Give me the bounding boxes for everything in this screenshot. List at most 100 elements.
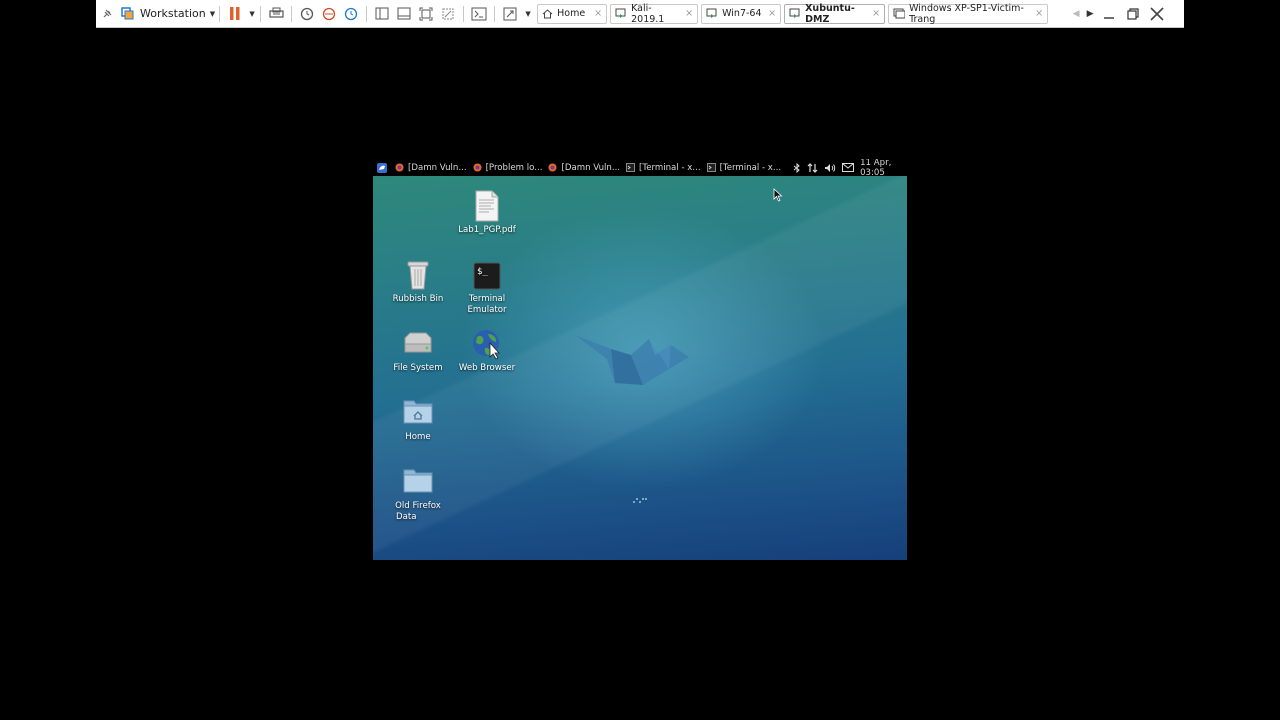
taskbar-item-terminal[interactable]: [Terminal - x...	[626, 163, 701, 173]
send-ctrl-alt-del-icon[interactable]	[265, 0, 287, 27]
terminal-icon	[706, 163, 716, 172]
taskbar-label: [Terminal - x...	[719, 162, 782, 173]
tab-label: Windows XP-SP1-Victim-Trang	[909, 2, 1024, 25]
xfce-top-panel: [Damn Vuln... [Problem lo... [Damn Vuln.…	[373, 159, 907, 178]
home-folder-icon	[383, 397, 453, 429]
firefox-icon	[548, 163, 557, 172]
vm-running-icon	[706, 8, 718, 19]
desktop-icon-label: Lab1_PGP.pdf	[458, 225, 516, 235]
taskbar-label: [Damn Vuln...	[561, 162, 621, 173]
close-window-button[interactable]	[1145, 0, 1169, 27]
tab-label: Win7-64	[722, 8, 762, 19]
workstation-logo-icon	[118, 0, 136, 27]
power-dropdown-icon[interactable]: ▼	[246, 0, 256, 27]
chevron-down-icon: ▼	[209, 9, 216, 18]
desktop-icon-label: Home	[405, 432, 431, 442]
scroll-tabs-left-icon[interactable]: ◀	[1069, 0, 1083, 27]
tab-win7[interactable]: Win7-64 ×	[701, 3, 782, 24]
desktop-icon-label: Terminal	[468, 294, 506, 304]
workstation-menu[interactable]: Workstation ▼	[136, 0, 215, 27]
home-icon	[542, 8, 553, 19]
close-icon[interactable]: ×	[1029, 8, 1043, 19]
pin-icon[interactable]	[96, 0, 118, 27]
desktop-icon-terminal-emulator[interactable]: $_ Terminal Emulator	[452, 262, 522, 316]
close-icon[interactable]: ×	[588, 8, 602, 19]
maximize-button[interactable]	[1121, 0, 1145, 27]
vm-running-icon	[789, 8, 801, 19]
panel-clock[interactable]: 11 Apr, 03:05	[860, 159, 904, 178]
desktop-icon-lab-pdf[interactable]: Lab1_PGP.pdf	[452, 190, 522, 236]
minimize-button[interactable]	[1097, 0, 1121, 27]
globe-icon	[452, 328, 522, 360]
snapshot-icon[interactable]	[296, 0, 318, 27]
tab-label: Kali-2019.1	[631, 2, 665, 25]
unity-mode-icon[interactable]	[437, 0, 459, 27]
snapshot-manager-icon[interactable]	[340, 0, 362, 27]
bluetooth-icon[interactable]	[793, 162, 801, 173]
volume-icon[interactable]	[824, 163, 836, 173]
divider	[463, 5, 465, 22]
taskbar-item-firefox[interactable]: [Damn Vuln...	[548, 163, 620, 173]
desktop-icon-home[interactable]: Home	[383, 397, 453, 443]
loading-spinner-icon	[633, 498, 647, 503]
pause-button[interactable]	[224, 0, 246, 27]
desktop-icon-label: Emulator	[467, 305, 507, 315]
vm-running-icon	[615, 8, 627, 19]
divider	[291, 5, 293, 22]
desktop-icon-label: Web Browser	[458, 363, 516, 373]
terminal-prompt: $_	[477, 267, 488, 277]
taskbar-item-firefox[interactable]: [Problem lo...	[473, 162, 543, 173]
divider	[219, 5, 221, 22]
taskbar-label: [Problem lo...	[485, 162, 543, 173]
whisker-menu-icon[interactable]	[377, 162, 387, 173]
workstation-label: Workstation	[140, 7, 206, 20]
taskbar-label: [Damn Vuln...	[408, 162, 467, 173]
revert-snapshot-icon[interactable]	[318, 0, 340, 27]
tab-home[interactable]: Home ×	[537, 3, 608, 24]
desktop-icon-old-firefox-data[interactable]: Old Firefox Data	[383, 466, 453, 523]
stretch-guest-icon[interactable]	[499, 0, 521, 27]
pdf-document-icon	[452, 190, 522, 222]
desktop-icon-label: Old Firefox	[395, 501, 441, 511]
divider	[494, 5, 496, 22]
terminal-icon	[626, 163, 636, 172]
taskbar-item-firefox[interactable]: [Damn Vuln...	[395, 163, 467, 173]
vmware-toolbar: Workstation ▼ ▼ ▼ Home × Kali-2019.1 × W…	[96, 0, 1184, 28]
guest-screen[interactable]: [Damn Vuln... [Problem lo... [Damn Vuln.…	[373, 159, 907, 560]
mail-icon[interactable]	[842, 163, 855, 172]
desktop-icon-file-system[interactable]: File System	[383, 328, 453, 374]
full-screen-icon[interactable]	[415, 0, 437, 27]
tab-windows-xp[interactable]: Windows XP-SP1-Victim-Trang ×	[888, 2, 1049, 25]
divider	[366, 5, 368, 22]
scroll-tabs-right-icon[interactable]: ▶	[1083, 0, 1097, 27]
firefox-icon	[395, 163, 404, 172]
close-icon[interactable]: ×	[679, 8, 693, 19]
vm-icon	[893, 8, 906, 19]
taskbar-item-terminal[interactable]: [Terminal - x...	[706, 162, 782, 173]
tab-xubuntu-dmz[interactable]: Xubuntu-DMZ ×	[784, 2, 886, 25]
show-library-icon[interactable]	[371, 0, 393, 27]
divider	[260, 5, 262, 22]
thumbnail-bar-icon[interactable]	[393, 0, 415, 27]
mouse-cursor-icon	[773, 188, 783, 202]
system-tray: 11 Apr, 03:05	[787, 159, 907, 178]
hard-drive-icon	[383, 328, 453, 360]
desktop-icon-rubbish-bin[interactable]: Rubbish Bin	[383, 259, 453, 305]
xfce-mouse-wallpaper	[575, 335, 689, 385]
desktop-icon-label: File System	[393, 363, 443, 373]
network-icon[interactable]	[807, 162, 818, 173]
console-view-icon[interactable]	[468, 0, 490, 27]
terminal-icon: $_	[452, 262, 522, 291]
folder-icon	[383, 466, 453, 498]
desktop-icon-web-browser[interactable]: Web Browser	[452, 328, 522, 374]
desktop-icon-label: Rubbish Bin	[392, 294, 444, 304]
desktop-icon-label: Data	[396, 512, 417, 522]
trash-icon	[383, 259, 453, 291]
firefox-icon	[473, 163, 482, 172]
tab-label: Xubuntu-DMZ	[805, 2, 855, 25]
close-icon[interactable]: ×	[866, 8, 880, 19]
tab-label: Home	[557, 8, 586, 19]
close-icon[interactable]: ×	[762, 8, 776, 19]
tab-kali[interactable]: Kali-2019.1 ×	[610, 2, 699, 25]
stretch-dropdown-icon[interactable]: ▼	[521, 0, 533, 27]
